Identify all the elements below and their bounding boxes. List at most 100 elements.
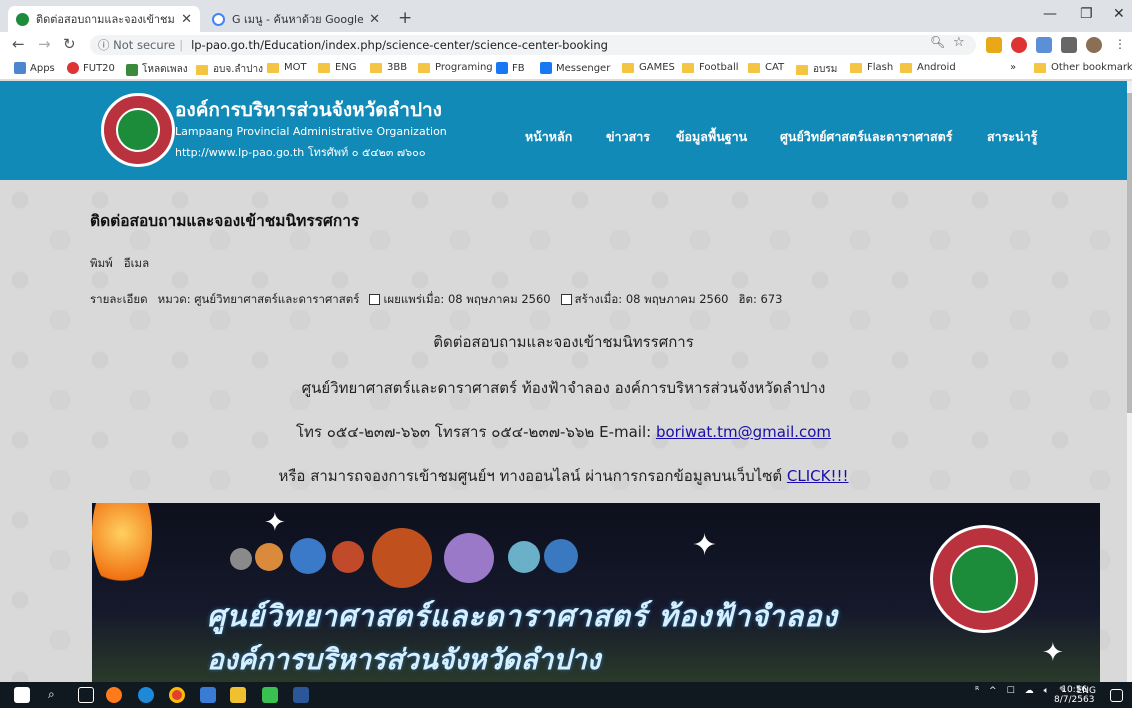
onedrive-icon[interactable]: ☁	[1025, 686, 1034, 696]
tab-title: G เมนู - ค้นหาด้วย Google	[232, 13, 364, 26]
folder-icon	[1034, 62, 1046, 73]
task-view-icon[interactable]	[78, 687, 94, 703]
opera-icon[interactable]	[1011, 37, 1027, 53]
folder-icon	[900, 62, 912, 73]
bookmark-folder[interactable]: Football	[682, 62, 739, 73]
reload-button[interactable]: ↻	[63, 35, 76, 53]
app-icon[interactable]	[200, 687, 216, 703]
bookmark-apps[interactable]: Apps	[14, 62, 55, 74]
security-indicator[interactable]: ⓘ Not secure	[98, 37, 175, 53]
content-org-line: ศูนย์วิทยาศาสตร์และดาราศาสตร์ ท้องฟ้าจำล…	[301, 379, 826, 397]
toolbar: ← → ↻ ⓘ Not secure | lp-pao.go.th/Educat…	[0, 32, 1132, 58]
booking-click-link[interactable]: CLICK!!!	[787, 467, 849, 485]
google-favicon-icon	[212, 12, 225, 26]
tab-google[interactable]: G เมนู - ค้นหาด้วย Google ✕	[204, 6, 388, 32]
tab-strip: ติดต่อสอบถามและจองเข้าชมนิทรรศการ ✕ G เม…	[0, 0, 1132, 32]
org-name-thai: องค์การบริหารส่วนจังหวัดลำปาง	[175, 99, 442, 121]
nav-science-center[interactable]: ศูนย์วิทย์ศาสตร์และดาราศาสตร์	[780, 127, 953, 147]
facebook-icon	[540, 62, 552, 74]
edge-icon[interactable]	[138, 687, 154, 703]
nav-home[interactable]: หน้าหลัก	[525, 127, 572, 147]
email-address-link[interactable]: boriwat.tm@gmail.com	[656, 423, 831, 441]
bookmark-music[interactable]: โหลดเพลง	[126, 62, 188, 77]
bookmark-fb[interactable]: FB	[496, 62, 525, 74]
planetarium-banner: ✦ ✦ ✦ ศูนย์วิทยาศาสตร์และดาราศาสตร์ ท้อง…	[92, 503, 1100, 682]
details-label: รายละเอียด	[90, 292, 148, 306]
search-icon[interactable]: ⌕	[48, 687, 64, 703]
created-date: สร้างเมื่อ: 08 พฤษภาคม 2560	[560, 291, 728, 309]
network-icon[interactable]: ☐	[1007, 686, 1015, 696]
print-link[interactable]: พิมพ์	[90, 256, 113, 270]
menu-icon[interactable]: ⋮	[1114, 37, 1130, 53]
bookmark-folder[interactable]: Programing	[418, 62, 493, 73]
line-icon[interactable]	[262, 687, 278, 703]
logo-emblem-icon	[116, 108, 160, 152]
bookmark-star-icon[interactable]: ☆	[953, 35, 965, 50]
extension-icon[interactable]	[1036, 37, 1052, 53]
nav-news[interactable]: ข่าวสาร	[606, 127, 650, 147]
notification-icon[interactable]	[1110, 689, 1123, 702]
close-window-button[interactable]: ✕	[1113, 6, 1125, 22]
org-name-english: Lampaang Provincial Administrative Organ…	[175, 125, 447, 138]
star-icon: ✦	[692, 528, 718, 563]
bookmark-folder[interactable]: MOT	[267, 62, 307, 73]
back-button[interactable]: ←	[12, 35, 25, 53]
org-logo[interactable]	[101, 93, 175, 167]
bookmark-messenger[interactable]: Messenger	[540, 62, 610, 74]
folder-icon	[370, 62, 382, 73]
bookmark-folder[interactable]: อบจ.ลำปาง	[196, 62, 263, 77]
restore-button[interactable]: ❐	[1080, 6, 1093, 22]
bookmark-other[interactable]: Other bookmarks	[1034, 62, 1132, 73]
bookmark-folder[interactable]: Android	[900, 62, 956, 73]
bookmark-folder[interactable]: GAMES	[622, 62, 675, 73]
folder-icon	[267, 62, 279, 73]
article-tools: พิมพ์ อีเมล	[90, 255, 149, 273]
tab-close-icon[interactable]: ✕	[369, 12, 380, 27]
banner-title: ศูนย์วิทยาศาสตร์และดาราศาสตร์ ท้องฟ้าจำล…	[207, 599, 838, 633]
url-text: lp-pao.go.th/Education/index.php/science…	[191, 38, 608, 52]
puzzle-icon[interactable]	[1061, 37, 1077, 53]
zoom-icon[interactable]: 🔍︎	[930, 35, 945, 49]
address-bar[interactable]: ⓘ Not secure | lp-pao.go.th/Education/in…	[90, 35, 976, 55]
email-link[interactable]: อีเมล	[124, 256, 149, 270]
volume-icon[interactable]: 🔈︎	[1044, 686, 1049, 696]
bookmark-folder[interactable]: Flash	[850, 62, 893, 73]
jupiter-icon	[372, 528, 432, 588]
new-tab-button[interactable]: +	[398, 8, 412, 28]
forward-button[interactable]: →	[38, 35, 51, 53]
download-icon[interactable]	[986, 37, 1002, 53]
tab-active[interactable]: ติดต่อสอบถามและจองเข้าชมนิทรรศการ ✕	[8, 6, 200, 32]
bookmark-folder[interactable]: ENG	[318, 62, 357, 73]
tab-title: ติดต่อสอบถามและจองเข้าชมนิทรรศการ	[36, 13, 175, 26]
category-link[interactable]: หมวด: ศูนย์วิทยาศาสตร์และดาราศาสตร์	[158, 291, 360, 309]
mercury-icon	[230, 548, 252, 570]
tray-chevron-icon[interactable]: ^	[989, 686, 997, 696]
page-scrollbar[interactable]	[1127, 81, 1132, 682]
nav-knowledge[interactable]: สาระน่ารู้	[987, 127, 1037, 147]
earth-icon	[290, 538, 326, 574]
file-explorer-icon[interactable]	[230, 687, 246, 703]
bookmark-fut20[interactable]: FUT20	[67, 62, 115, 74]
clock[interactable]: 10:56 8/7/2563	[1054, 685, 1094, 705]
nav-info[interactable]: ข้อมูลพื้นฐาน	[676, 127, 747, 147]
word-icon[interactable]	[293, 687, 309, 703]
minimize-button[interactable]: —	[1043, 6, 1057, 22]
bookmark-folder[interactable]: 3BB	[370, 62, 407, 73]
content-booking-line: หรือ สามารถจองการเข้าชมศูนย์ฯ ทางออนไลน์…	[278, 467, 849, 485]
folder-icon	[622, 62, 634, 73]
scrollbar-thumb[interactable]	[1127, 93, 1132, 413]
firefox-icon[interactable]	[106, 687, 122, 703]
bookmarks-bar: Apps FUT20 โหลดเพลง อบจ.ลำปาง MOT ENG 3B…	[0, 58, 1132, 80]
profile-avatar[interactable]	[1086, 37, 1102, 53]
bookmark-icon	[126, 63, 138, 76]
tab-close-icon[interactable]: ✕	[181, 12, 192, 27]
start-windows-icon[interactable]	[14, 687, 30, 703]
people-icon[interactable]: ᴿ	[975, 686, 979, 696]
folder-icon	[748, 62, 760, 73]
chrome-icon[interactable]	[169, 687, 185, 703]
more-bookmarks-button[interactable]: »	[1010, 62, 1016, 73]
bookmark-folder[interactable]: CAT	[748, 62, 784, 73]
neptune-icon	[544, 539, 578, 573]
bookmark-folder[interactable]: อบรม	[796, 62, 837, 77]
star-icon: ✦	[264, 508, 286, 538]
